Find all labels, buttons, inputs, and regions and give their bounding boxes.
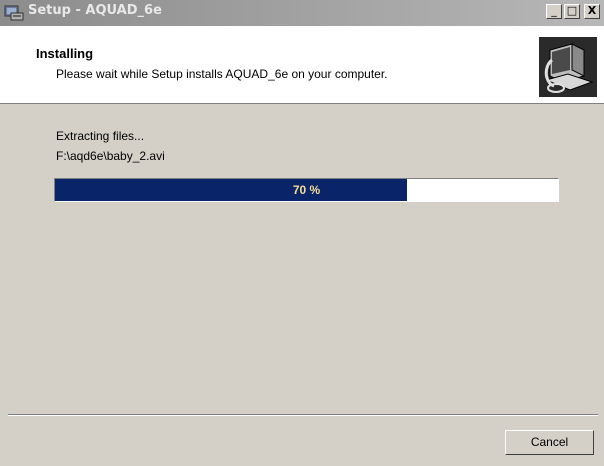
setup-window: Setup - AQUAD_6e _ □ X Installing Please… (0, 0, 604, 466)
maximize-button[interactable]: □ (564, 4, 580, 19)
page-subtitle: Please wait while Setup installs AQUAD_6… (56, 67, 388, 81)
footer-separator (8, 414, 598, 416)
minimize-button[interactable]: _ (546, 4, 562, 19)
current-file-path: F:\aqd6e\baby_2.avi (56, 149, 165, 163)
status-text: Extracting files... (56, 129, 145, 143)
setup-app-icon (4, 5, 24, 21)
progress-percent-label: 70 % (292, 183, 321, 197)
wizard-header: Installing Please wait while Setup insta… (0, 26, 604, 104)
install-progress-bar: 70 % (54, 178, 559, 202)
close-button[interactable]: X (584, 4, 600, 19)
cancel-button[interactable]: Cancel (505, 430, 594, 455)
install-computer-icon (539, 37, 597, 97)
window-title: Setup - AQUAD_6e (28, 3, 162, 18)
title-bar[interactable]: Setup - AQUAD_6e _ □ X (0, 0, 604, 26)
page-title: Installing (36, 46, 94, 61)
